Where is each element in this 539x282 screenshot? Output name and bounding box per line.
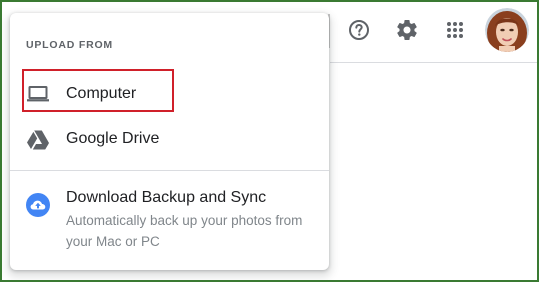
- laptop-icon: [26, 82, 50, 106]
- upload-from-menu: UPLOAD FROM Computer Google Drive Downlo…: [10, 13, 329, 270]
- menu-item-label: Computer: [66, 85, 137, 102]
- upload-from-computer-item[interactable]: Computer: [10, 71, 329, 117]
- backup-sync-description: Automatically back up your photos from y…: [66, 213, 303, 249]
- download-backup-and-sync-item[interactable]: Download Backup and Sync Automatically b…: [10, 185, 329, 255]
- menu-item-label: Google Drive: [66, 130, 160, 147]
- account-avatar[interactable]: [485, 8, 529, 52]
- apps-grid-icon[interactable]: [439, 14, 471, 46]
- settings-gear-icon[interactable]: [391, 14, 423, 46]
- menu-heading: UPLOAD FROM: [26, 39, 113, 51]
- cloud-upload-icon: [26, 193, 50, 217]
- backup-sync-title: Download Backup and Sync: [66, 189, 267, 206]
- google-drive-icon: [26, 127, 50, 151]
- help-icon[interactable]: [343, 14, 375, 46]
- menu-divider: [10, 170, 329, 171]
- upload-from-google-drive-item[interactable]: Google Drive: [10, 116, 329, 162]
- header-divider: [330, 62, 537, 63]
